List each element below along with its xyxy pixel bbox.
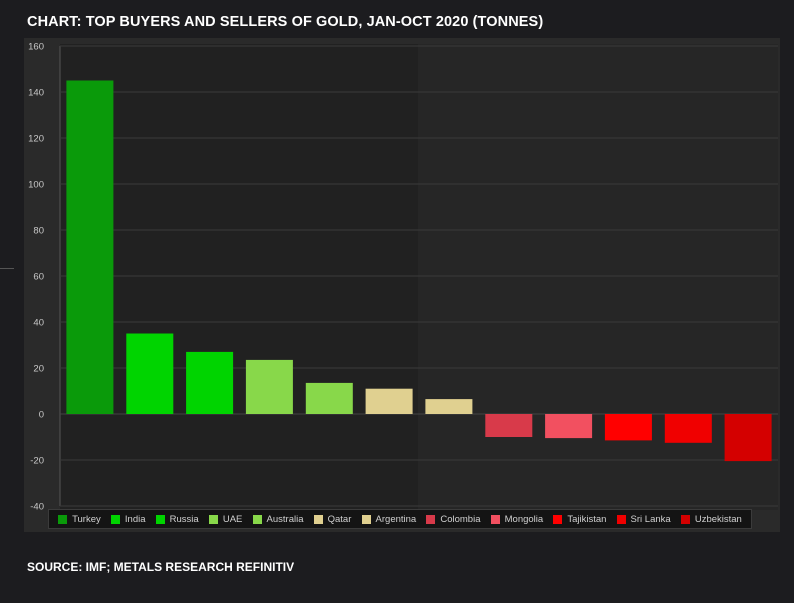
legend-swatch [313, 514, 323, 524]
legend-item: Sri Lanka [616, 513, 671, 525]
bar-mongolia [545, 414, 593, 439]
legend-item: Turkey [58, 514, 101, 525]
legend-label: Uzbekistan [694, 513, 742, 525]
bar-qatar [365, 388, 413, 414]
legend-item: Argentina [361, 513, 417, 525]
y-tick-label: 20 [33, 364, 44, 375]
legend-swatch [616, 514, 626, 524]
legend-swatch [252, 514, 262, 524]
legend-item: UAE [208, 513, 243, 525]
legend-label: Argentina [375, 513, 417, 525]
y-tick-label: 120 [28, 134, 44, 145]
legend-label: Turkey [72, 513, 101, 525]
y-tick-label: 40 [33, 318, 44, 329]
legend-swatch [361, 514, 371, 524]
legend-swatch [58, 514, 68, 524]
bar-india [126, 333, 174, 414]
legend-swatch [155, 514, 165, 524]
bar-argentina [425, 399, 473, 414]
bar-sri-lanka [664, 414, 712, 443]
legend-item: Qatar [313, 513, 352, 525]
legend-swatch [680, 514, 690, 524]
y-tick-label: -40 [30, 502, 44, 513]
plot-band-left [60, 44, 418, 510]
y-tick-label: 80 [33, 226, 44, 237]
legend-item: Russia [155, 513, 199, 525]
side-divider [0, 268, 14, 269]
chart-legend: Turkey India Russia UAE Australia Qatar Argent… [48, 509, 752, 529]
y-tick-label: 160 [28, 42, 44, 53]
legend-swatch [208, 514, 218, 524]
legend-item: Australia [252, 513, 304, 525]
y-tick-label: 60 [33, 272, 44, 283]
legend-label: Sri Lanka [630, 513, 671, 525]
legend-label: Colombia [440, 513, 481, 525]
bar-chart: 160 140 120 100 80 60 40 20 0 -20 -40 [24, 38, 780, 532]
bar-colombia [485, 414, 533, 437]
bar-australia [305, 382, 353, 414]
legend-item: Colombia [426, 514, 480, 525]
legend-label: UAE [222, 513, 243, 525]
bar-russia [186, 351, 234, 414]
legend-label: Qatar [327, 513, 352, 525]
bar-turkey [66, 80, 114, 414]
plot-band-right [418, 44, 778, 510]
legend-item: Uzbekistan [680, 513, 742, 525]
source-note: SOURCE: IMF; METALS RESEARCH REFINITIV [27, 560, 295, 574]
legend-swatch [553, 514, 563, 524]
y-tick-label: 100 [28, 180, 44, 191]
legend-label: Russia [169, 513, 199, 525]
y-tick-label: 0 [39, 410, 44, 421]
legend-item: India [110, 513, 146, 525]
legend-label: Australia [266, 513, 304, 525]
legend-label: India [124, 513, 146, 525]
legend-item: Mongolia [490, 513, 544, 525]
bar-tajikistan [604, 414, 652, 441]
legend-swatch [490, 514, 500, 524]
chart-title: CHART: TOP BUYERS AND SELLERS OF GOLD, J… [27, 14, 544, 30]
legend-item: Tajikistan [553, 514, 606, 525]
legend-label: Tajikistan [567, 513, 607, 525]
legend-label: Mongolia [504, 513, 544, 525]
y-tick-label: 140 [28, 88, 44, 99]
bar-uzbekistan [724, 414, 772, 462]
y-tick-label: -20 [30, 456, 44, 467]
bar-uae [245, 359, 293, 414]
legend-swatch [110, 514, 120, 524]
chart-frame: 160 140 120 100 80 60 40 20 0 -20 -40 [24, 38, 780, 532]
legend-swatch [426, 514, 436, 524]
